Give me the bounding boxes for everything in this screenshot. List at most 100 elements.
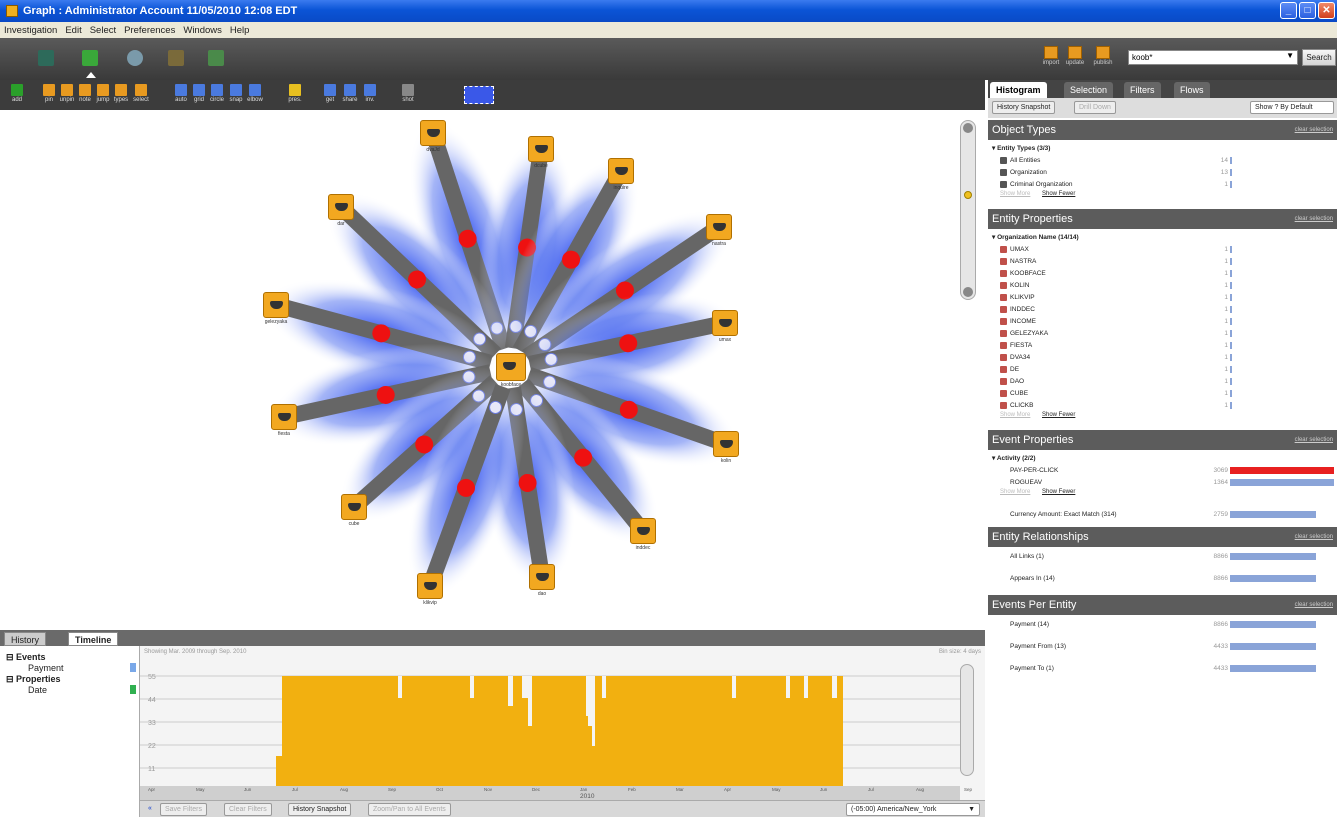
histogram-row[interactable]: DAO 1	[988, 376, 1337, 387]
histogram-row[interactable]: CUBE 1	[988, 388, 1337, 399]
histogram-row[interactable]: KLIKVIP 1	[988, 292, 1337, 303]
timeline-bars[interactable]	[276, 676, 843, 786]
histogram-row[interactable]: UMAX 1	[988, 244, 1337, 255]
graph-module-icon[interactable]	[82, 50, 98, 66]
section-header[interactable]: Entity Relationships clear selection	[988, 527, 1337, 547]
graph-canvas[interactable]: dvaJd dcube inquire dar nastra gelezyaka umax f…	[0, 110, 985, 626]
clear-selection-link[interactable]: clear selection	[1295, 430, 1333, 450]
zoom-in-icon[interactable]	[963, 123, 973, 133]
histogram-row[interactable]: ROGUEAV 1364	[988, 477, 1337, 488]
histogram-row[interactable]: KOLIN 1	[988, 280, 1337, 291]
menu-help[interactable]: Help	[226, 25, 254, 36]
search-input[interactable]: koob* ▼	[1128, 50, 1298, 65]
entity-node[interactable]	[529, 564, 555, 590]
clear-selection-link[interactable]: clear selection	[1295, 527, 1333, 547]
menu-preferences[interactable]: Preferences	[120, 25, 179, 36]
histogram-row[interactable]: Payment To (1) 4433	[988, 663, 1337, 674]
histogram-row[interactable]: DVA34 1	[988, 352, 1337, 363]
histogram-row[interactable]: All Links (1) 8866	[988, 551, 1337, 562]
histogram-row[interactable]: FIESTA 1	[988, 340, 1337, 351]
minimize-button[interactable]: _	[1280, 2, 1297, 19]
histogram-row[interactable]: Payment From (13) 4433	[988, 641, 1337, 652]
histogram-row[interactable]: Currency Amount: Exact Match (314) 2759	[988, 509, 1337, 520]
tool-shot-button[interactable]: shot	[397, 84, 419, 103]
publish-button[interactable]: publish	[1092, 46, 1114, 66]
tool-types-button[interactable]: types	[110, 84, 132, 103]
tree-item-date[interactable]: Date	[28, 685, 47, 695]
histogram-row[interactable]: INCOME 1	[988, 316, 1337, 327]
histogram-row[interactable]: PAY-PER-CLICK 3069	[988, 465, 1337, 476]
tool-elbow-button[interactable]: elbow	[244, 84, 266, 103]
tool-inv-button[interactable]: inv.	[359, 84, 381, 103]
database-module-icon[interactable]	[168, 50, 184, 66]
timezone-select[interactable]: (-05:00) America/New_York ▼	[846, 803, 980, 816]
histogram-row[interactable]: KOOBFACE 1	[988, 268, 1337, 279]
show-more-link[interactable]: Show More	[1000, 412, 1030, 418]
show-more-link[interactable]: Show More	[1000, 489, 1030, 495]
tree-item-events[interactable]: ⊟ Events	[6, 652, 46, 663]
entity-node[interactable]	[712, 310, 738, 336]
collapse-icon[interactable]: «	[144, 803, 156, 816]
tab-filters[interactable]: Filters	[1124, 82, 1161, 98]
import-button[interactable]: import	[1040, 46, 1062, 66]
show-more-link[interactable]: Show More	[1000, 191, 1030, 197]
section-header[interactable]: Object Types clear selection	[988, 120, 1337, 140]
tab-histogram[interactable]: Histogram	[990, 82, 1047, 98]
tool-add-button[interactable]: add	[6, 84, 28, 103]
histogram-row[interactable]: GELEZYAKA 1	[988, 328, 1337, 339]
center-entity-node[interactable]	[496, 353, 526, 381]
menu-edit[interactable]: Edit	[61, 25, 85, 36]
entity-node[interactable]	[417, 573, 443, 599]
zoom-all-events-button[interactable]: Zoom/Pan to All Events	[368, 803, 451, 816]
section-header[interactable]: Entity Properties clear selection	[988, 209, 1337, 229]
update-button[interactable]: update	[1064, 46, 1086, 66]
histogram-row[interactable]: Organization 13	[988, 167, 1337, 178]
section-header[interactable]: Events Per Entity clear selection	[988, 595, 1337, 615]
entity-node[interactable]	[263, 292, 289, 318]
document-module-icon[interactable]	[38, 50, 54, 66]
entity-node[interactable]	[328, 194, 354, 220]
selection-mode-icon[interactable]	[464, 86, 494, 104]
entity-node[interactable]	[713, 431, 739, 457]
tool-get-button[interactable]: get	[319, 84, 341, 103]
graph-zoom-slider[interactable]	[960, 120, 976, 300]
clear-selection-link[interactable]: clear selection	[1295, 209, 1333, 229]
clear-filters-button[interactable]: Clear Filters	[224, 803, 272, 816]
timeline-panel[interactable]: Showing Mar. 2009 through Sep. 2010 Bin …	[140, 646, 985, 817]
tool-select-button[interactable]: select	[130, 84, 152, 103]
chevron-down-icon[interactable]: ▼	[1286, 51, 1294, 60]
section-header[interactable]: Event Properties clear selection	[988, 430, 1337, 450]
tree-item-properties[interactable]: ⊟ Properties	[6, 674, 61, 685]
menu-investigation[interactable]: Investigation	[0, 25, 61, 36]
histogram-row[interactable]: Criminal Organization 1	[988, 179, 1337, 190]
histogram-row[interactable]: NASTRA 1	[988, 256, 1337, 267]
map-module-icon[interactable]	[208, 50, 224, 66]
zoom-out-icon[interactable]	[963, 287, 973, 297]
entity-node[interactable]	[420, 120, 446, 146]
entity-node[interactable]	[341, 494, 367, 520]
clear-selection-link[interactable]: clear selection	[1295, 120, 1333, 140]
tool-pres-button[interactable]: pres.	[284, 84, 306, 103]
close-button[interactable]: ✕	[1318, 2, 1335, 19]
tool-share-button[interactable]: share	[339, 84, 361, 103]
maximize-button[interactable]: □	[1299, 2, 1316, 19]
tab-history[interactable]: History	[4, 632, 47, 646]
clear-selection-link[interactable]: clear selection	[1295, 595, 1333, 615]
drill-down-button[interactable]: Drill Down	[1074, 101, 1116, 114]
timeline-zoom-slider[interactable]	[960, 664, 974, 776]
histogram-row[interactable]: DE 1	[988, 364, 1337, 375]
search-button[interactable]: Search	[1302, 49, 1336, 66]
tab-selection[interactable]: Selection	[1064, 82, 1114, 98]
histogram-row[interactable]: Payment (14) 8866	[988, 619, 1337, 630]
menu-windows[interactable]: Windows	[179, 25, 226, 36]
globe-module-icon[interactable]	[127, 50, 143, 66]
group-header[interactable]: ▾ Organization Name (14/14)	[992, 233, 1079, 241]
entity-node[interactable]	[528, 136, 554, 162]
entity-node[interactable]	[706, 214, 732, 240]
group-header[interactable]: ▾ Entity Types (3/3)	[992, 144, 1050, 152]
history-snapshot-button-2[interactable]: History Snapshot	[992, 101, 1056, 114]
show-default-select[interactable]: Show ? By Default	[1250, 101, 1334, 114]
save-filters-button[interactable]: Save Filters	[160, 803, 207, 816]
histogram-row[interactable]: Appears In (14) 8866	[988, 573, 1337, 584]
entity-node[interactable]	[271, 404, 297, 430]
